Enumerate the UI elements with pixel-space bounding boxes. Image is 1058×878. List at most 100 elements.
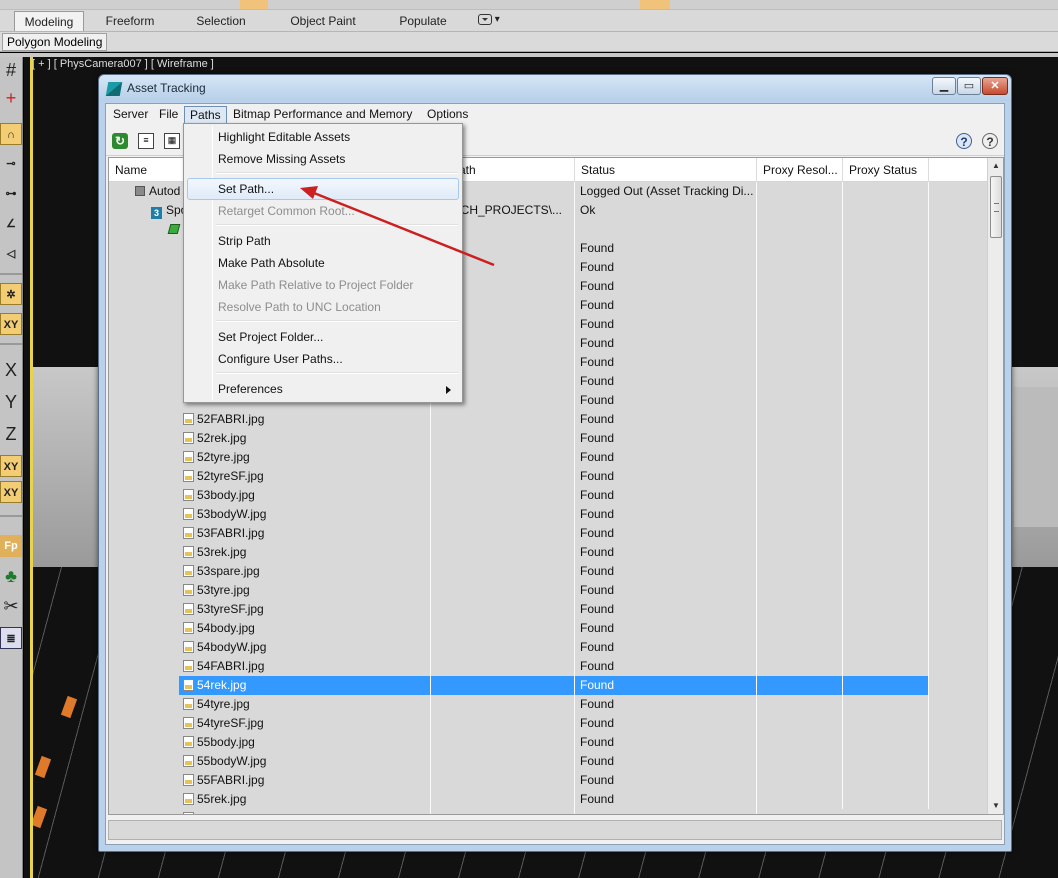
menu-item-make-path-relative-to-project-folder: Make Path Relative to Project Folder bbox=[187, 274, 459, 296]
table-row[interactable]: 53tyre.jpg Found bbox=[109, 581, 929, 600]
table-row[interactable]: 54bodyW.jpg Found bbox=[109, 638, 929, 657]
percent-snap-icon[interactable]: ◁ bbox=[0, 243, 22, 265]
table-row[interactable]: 55bodyW.jpg Found bbox=[109, 752, 929, 771]
menu-item-remove-missing-assets[interactable]: Remove Missing Assets bbox=[187, 148, 459, 170]
table-row[interactable] bbox=[109, 809, 927, 814]
table-row[interactable]: 53tyreSF.jpg Found bbox=[109, 600, 929, 619]
table-row[interactable]: 55body.jpg Found bbox=[109, 733, 929, 752]
scroll-up-icon[interactable]: ▲ bbox=[988, 158, 1003, 174]
help-network-icon[interactable]: ? bbox=[956, 133, 972, 149]
close-icon: ✕ bbox=[990, 80, 1000, 92]
maximize-button[interactable]: ▭ bbox=[957, 77, 981, 95]
row-proxy-resolution bbox=[757, 315, 843, 334]
angle-snap-icon[interactable]: ∠ bbox=[0, 213, 22, 235]
menu-item-set-project-folder[interactable]: Set Project Folder... bbox=[187, 326, 459, 348]
table-row[interactable]: 52tyreSF.jpg Found bbox=[109, 467, 929, 486]
menu-options[interactable]: Options bbox=[422, 106, 473, 124]
viewport-label[interactable]: [ + ] [ PhysCamera007 ] [ Wireframe ] bbox=[32, 57, 214, 71]
snap-toggle-icon[interactable]: ∩ bbox=[0, 123, 22, 145]
refresh-icon[interactable]: ↻ bbox=[112, 133, 128, 149]
table-row[interactable]: 54FABRI.jpg Found bbox=[109, 657, 929, 676]
subpanel-tab-polygon-modeling[interactable]: Polygon Modeling bbox=[2, 33, 108, 51]
menu-file[interactable]: File bbox=[154, 106, 183, 124]
axis-x-button[interactable]: X bbox=[0, 359, 22, 381]
column-header-status[interactable]: Status bbox=[575, 158, 757, 182]
row-proxy-status bbox=[843, 239, 929, 258]
list-view-icon[interactable]: ≣ bbox=[0, 627, 22, 649]
thumbnail-view-icon[interactable]: ▦ bbox=[164, 133, 180, 149]
ribbon-options-dropdown[interactable]: ▾ bbox=[478, 14, 500, 28]
grid-snap-icon[interactable]: # bbox=[0, 59, 22, 81]
menu-item-strip-path[interactable]: Strip Path bbox=[187, 230, 459, 252]
tools-icon[interactable]: ✂ bbox=[0, 595, 22, 617]
magnet-icon[interactable]: + bbox=[0, 87, 22, 109]
help-icon[interactable]: ? bbox=[982, 133, 998, 149]
menu-item-preferences[interactable]: Preferences bbox=[187, 378, 459, 400]
axis-y-button[interactable]: Y bbox=[0, 391, 22, 413]
row-proxy-resolution bbox=[757, 695, 843, 714]
menu-separator bbox=[216, 320, 458, 322]
tree-icon[interactable]: ♣ bbox=[0, 565, 22, 587]
ribbon-subpanel: Polygon Modeling bbox=[0, 32, 1058, 52]
table-row[interactable]: 55rek.jpg Found bbox=[109, 790, 929, 809]
row-status bbox=[575, 809, 757, 814]
ribbon-tab-modeling[interactable]: Modeling bbox=[14, 11, 84, 31]
menu-item-set-path[interactable]: Set Path... bbox=[187, 178, 459, 200]
menu-item-make-path-absolute[interactable]: Make Path Absolute bbox=[187, 252, 459, 274]
menu-server[interactable]: Server bbox=[108, 106, 153, 124]
vertex-snap-icon[interactable]: ⊶ bbox=[0, 183, 22, 205]
row-path bbox=[431, 695, 575, 714]
toolbar-separator bbox=[0, 343, 22, 345]
table-row[interactable]: 54body.jpg Found bbox=[109, 619, 929, 638]
column-header-proxy-resolution[interactable]: Proxy Resol... bbox=[757, 158, 843, 182]
table-row[interactable]: 55FABRI.jpg Found bbox=[109, 771, 929, 790]
image-file-icon bbox=[183, 793, 194, 805]
table-row[interactable]: 54tyreSF.jpg Found bbox=[109, 714, 929, 733]
axis-z-button[interactable]: Z bbox=[0, 423, 22, 445]
row-path bbox=[431, 543, 575, 562]
menu-bitmap-performance[interactable]: Bitmap Performance and Memory bbox=[228, 106, 417, 124]
vertical-scrollbar[interactable]: ▲ ▼ bbox=[987, 158, 1003, 814]
table-row[interactable]: 54rek.jpg Found bbox=[109, 676, 929, 695]
row-path bbox=[431, 619, 575, 638]
table-row[interactable]: 53bodyW.jpg Found bbox=[109, 505, 929, 524]
row-path bbox=[431, 429, 575, 448]
window-title-bar[interactable]: Asset Tracking ▁ ▭ ✕ bbox=[99, 75, 1011, 101]
row-name: 54tyreSF.jpg bbox=[109, 714, 431, 733]
ribbon-tab-object-paint[interactable]: Object Paint bbox=[280, 11, 366, 31]
gear-icon[interactable]: ✲ bbox=[0, 283, 22, 305]
max-file-icon: 3 bbox=[151, 207, 162, 219]
menu-item-configure-user-paths[interactable]: Configure User Paths... bbox=[187, 348, 459, 370]
submenu-arrow-icon bbox=[446, 386, 451, 394]
table-row[interactable]: 53body.jpg Found bbox=[109, 486, 929, 505]
menu-item-highlight-editable-assets[interactable]: Highlight Editable Assets bbox=[187, 126, 459, 148]
table-row[interactable]: 53FABRI.jpg Found bbox=[109, 524, 929, 543]
table-row[interactable]: 52rek.jpg Found bbox=[109, 429, 929, 448]
scroll-thumb[interactable] bbox=[990, 176, 1002, 238]
table-row[interactable]: 52FABRI.jpg Found bbox=[109, 410, 929, 429]
xy-constraint-icon[interactable]: XY bbox=[0, 313, 22, 335]
table-row[interactable]: 52tyre.jpg Found bbox=[109, 448, 929, 467]
table-row[interactable]: 53spare.jpg Found bbox=[109, 562, 929, 581]
minimize-button[interactable]: ▁ bbox=[932, 77, 956, 95]
ribbon-tab-selection[interactable]: Selection bbox=[188, 11, 254, 31]
fp-button[interactable]: Fp bbox=[0, 535, 22, 557]
row-name-text: 54body.jpg bbox=[197, 621, 255, 635]
column-header-proxy-status[interactable]: Proxy Status bbox=[843, 158, 929, 182]
table-row[interactable]: 53rek.jpg Found bbox=[109, 543, 929, 562]
row-path bbox=[431, 714, 575, 733]
row-proxy-status bbox=[843, 296, 929, 315]
ribbon-tab-populate[interactable]: Populate bbox=[390, 11, 456, 31]
axis-xy-plane-button[interactable]: XY bbox=[0, 481, 22, 503]
list-view-icon[interactable]: ≡ bbox=[138, 133, 154, 149]
close-button[interactable]: ✕ bbox=[982, 77, 1008, 95]
axis-xy-button[interactable]: XY bbox=[0, 455, 22, 477]
menu-item-label: Make Path Absolute bbox=[218, 256, 325, 270]
row-name-text: 53bodyW.jpg bbox=[197, 507, 267, 521]
scroll-down-icon[interactable]: ▼ bbox=[988, 798, 1003, 814]
table-row[interactable]: 54tyre.jpg Found bbox=[109, 695, 929, 714]
menu-paths[interactable]: Paths bbox=[184, 106, 227, 124]
row-name: 55body.jpg bbox=[109, 733, 431, 752]
ribbon-tab-freeform[interactable]: Freeform bbox=[98, 11, 162, 31]
edge-snap-icon[interactable]: ⊸ bbox=[0, 153, 22, 175]
